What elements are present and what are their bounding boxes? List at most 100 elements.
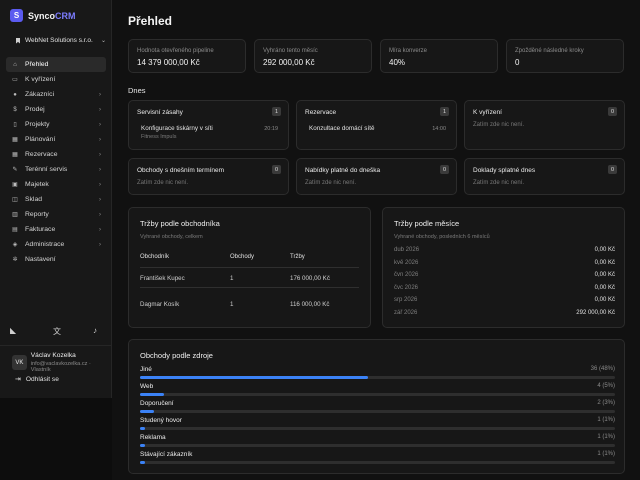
source-value: 36 (48%) <box>590 366 615 372</box>
today-card[interactable]: Rezervace 1 Konzultace domácí sítě 14:00 <box>296 100 457 150</box>
column-header[interactable]: Obchodník <box>140 254 169 260</box>
sales-by-month-panel: Tržby podle měsíce Vyhrané obchody, posl… <box>382 207 625 328</box>
chevron-right-icon: › <box>99 196 101 203</box>
divider <box>140 267 359 268</box>
table-cell: František Kupec <box>140 275 185 282</box>
sidebar-item-calendar-check[interactable]: ▦ Rezervace › <box>6 147 106 162</box>
calendar-icon: ▦ <box>12 137 18 143</box>
inbox-icon: ▭ <box>12 77 18 83</box>
chevron-right-icon: › <box>99 166 101 173</box>
sidebar-item-invoice[interactable]: ▤ Fakturace › <box>6 222 106 237</box>
sidebar-item-folder[interactable]: ▯ Projekty › <box>6 117 106 132</box>
avatar: VK <box>12 355 27 370</box>
today-card[interactable]: Obchody s dnešním termínem 0 Zatím zde nic… <box>128 158 289 195</box>
today-card-title: Obchody s dnešním termínem <box>137 167 225 174</box>
table-cell: 1 <box>230 275 234 282</box>
user-role: Vlastník <box>30 367 51 373</box>
today-item-title[interactable]: Konfigurace tiskárny v síti <box>141 125 213 132</box>
progress-fill <box>140 461 145 464</box>
sidebar-item-label: Přehled <box>25 61 49 68</box>
sidebar-item-box[interactable]: ◫ Sklad › <box>6 192 106 207</box>
sidebar-item-wrench[interactable]: ✎ Terénní servis › <box>6 162 106 177</box>
column-header[interactable]: Tržby <box>290 254 305 260</box>
today-card[interactable]: Servisní zásahy 1 Konfigurace tiskárny v s… <box>128 100 289 150</box>
today-card-title: Doklady splatné dnes <box>473 167 536 174</box>
chevron-right-icon: › <box>99 121 101 128</box>
chevron-right-icon: › <box>99 241 101 248</box>
app-name: SyncoCRM <box>28 11 76 21</box>
sidebar-item-inbox[interactable]: ▭ K vyřízení <box>6 72 106 87</box>
app-logo[interactable]: S SyncoCRM <box>10 9 76 22</box>
sidebar-item-label: Sklad <box>25 196 43 203</box>
sidebar-item-label: Zákazníci <box>25 91 55 98</box>
today-item-title[interactable]: Konzultace domácí sítě <box>309 125 374 132</box>
month-row: dub 2026 0,00 Kč <box>394 245 615 257</box>
month-label: čvn 2026 <box>394 272 419 278</box>
kpi-label: Míra konverze <box>389 48 428 54</box>
chevron-down-icon: ⌄ <box>100 38 106 44</box>
sidebar: S SyncoCRM WebNet Solutions s.r.o. ⌄ ⌂ Př… <box>0 0 112 398</box>
sidebar-item-dollar[interactable]: $ Prodej › <box>6 102 106 117</box>
count-badge: 0 <box>608 107 617 116</box>
divider <box>0 345 111 346</box>
calendar-check-icon: ▦ <box>12 152 18 158</box>
sidebar-item-shield[interactable]: ◈ Administrace › <box>6 237 106 252</box>
column-header[interactable]: Obchody <box>230 254 254 260</box>
today-title: Dnes <box>128 86 146 95</box>
progress-fill <box>140 393 164 396</box>
sidebar-item-gear[interactable]: ✲ Nastavení <box>6 252 106 267</box>
today-card[interactable]: Nabídky platné do dneška 0 Zatím zde nic n… <box>296 158 457 195</box>
month-row: kvě 2026 0,00 Kč <box>394 258 615 270</box>
sidebar-item-home[interactable]: ⌂ Přehled <box>6 57 106 72</box>
today-card[interactable]: K vyřízení 0 Zatím zde nic není. <box>464 100 625 150</box>
gear-icon: ✲ <box>12 257 18 263</box>
month-value: 0,00 Kč <box>594 272 615 278</box>
sidebar-background <box>0 398 112 480</box>
progress-fill <box>140 444 145 447</box>
org-switcher[interactable]: WebNet Solutions s.r.o. ⌄ <box>16 37 106 44</box>
empty-state: Zatím zde nic není. <box>473 180 525 186</box>
source-row: Stávající zákazník 1 (1%) <box>140 451 615 468</box>
source-value: 1 (1%) <box>597 434 615 440</box>
sidebar-item-label: Plánování <box>25 136 56 143</box>
progress-track <box>140 393 615 396</box>
logo-mark: S <box>10 9 23 22</box>
source-value: 2 (3%) <box>597 400 615 406</box>
user-meta: info@vaclavkozelka.cz · Vlastník <box>30 361 91 373</box>
translate-icon[interactable]: 文 <box>53 326 61 337</box>
shield-icon: ◈ <box>12 242 18 248</box>
kpi-card: Zpožděné následné kroky 0 <box>506 39 624 73</box>
brand-icon[interactable]: ◣ <box>10 326 16 335</box>
org-name: WebNet Solutions s.r.o. <box>25 37 93 44</box>
source-label: Studený hovor <box>140 417 182 424</box>
sidebar-item-label: Administrace <box>25 241 65 248</box>
month-label: čvc 2026 <box>394 284 419 291</box>
home-icon: ⌂ <box>13 61 17 68</box>
sidebar-item-calendar[interactable]: ▦ Plánování › <box>6 132 106 147</box>
month-label: zář 2026 <box>394 309 418 316</box>
briefcase-icon: ▣ <box>12 182 18 188</box>
source-label: Doporučení <box>140 400 174 407</box>
today-item-time: 20:19 <box>264 126 278 132</box>
sidebar-item-label: K vyřízení <box>25 76 56 83</box>
bell-icon[interactable]: ♪ <box>93 326 97 335</box>
dollar-icon: $ <box>13 106 17 113</box>
today-card-title: Rezervace <box>305 109 337 116</box>
sidebar-item-chart[interactable]: ▥ Reporty › <box>6 207 106 222</box>
empty-state: Zatím zde nic není. <box>305 180 357 186</box>
kpi-value: 0 <box>515 58 520 67</box>
month-value: 0,00 Kč <box>594 284 615 291</box>
chevron-right-icon: › <box>99 211 101 218</box>
folder-icon: ▯ <box>13 122 17 128</box>
table-cell: 176 000,00 Kč <box>290 275 330 282</box>
chevron-right-icon: › <box>99 151 101 158</box>
empty-state: Zatím zde nic není. <box>473 122 525 128</box>
logout-button[interactable]: ⇥ Odhlásit se <box>15 375 59 384</box>
kpi-value: 292 000,00 Kč <box>263 58 315 67</box>
progress-track <box>140 427 615 430</box>
sidebar-item-users[interactable]: ● Zákazníci › <box>6 87 106 102</box>
sidebar-item-briefcase[interactable]: ▣ Majetek › <box>6 177 106 192</box>
sidebar-nav: ⌂ Přehled ▭ K vyřízení ● Zákazníci › $ Prodej › ▯ P… <box>6 57 106 267</box>
month-label: dub 2026 <box>394 247 420 253</box>
today-card[interactable]: Doklady splatné dnes 0 Zatím zde nic není. <box>464 158 625 195</box>
